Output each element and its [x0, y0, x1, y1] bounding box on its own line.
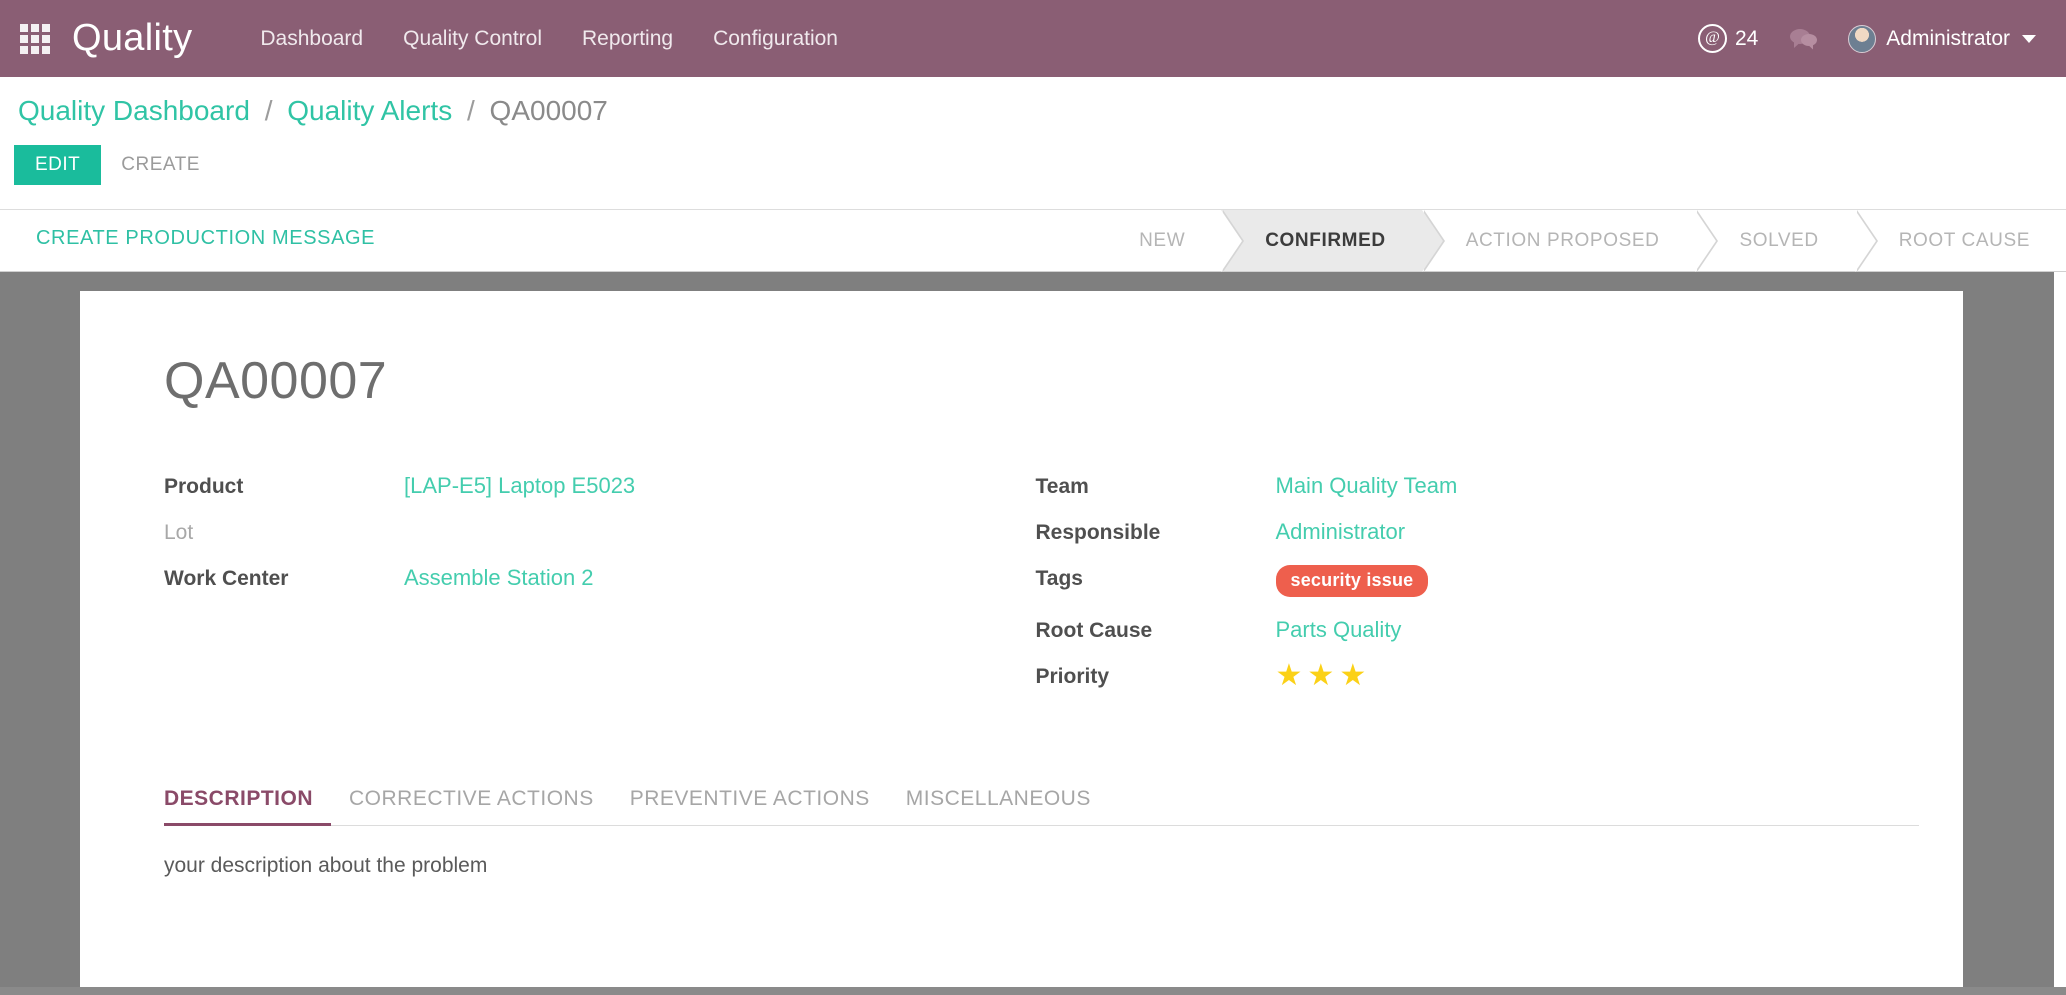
avatar: [1848, 25, 1876, 53]
top-navbar: Quality Dashboard Quality Control Report…: [0, 0, 2066, 77]
notebook-tabs: DESCRIPTION CORRECTIVE ACTIONS PREVENTIV…: [164, 783, 1919, 826]
control-panel-buttons: EDIT CREATE: [14, 145, 220, 185]
create-production-message-button[interactable]: CREATE PRODUCTION MESSAGE: [30, 226, 381, 251]
form-group-right: Team Main Quality Team Responsible Admin…: [1036, 473, 1908, 711]
tab-miscellaneous[interactable]: MISCELLANEOUS: [888, 783, 1109, 826]
odoo-quality-alert-page: Quality Dashboard Quality Control Report…: [0, 0, 2066, 995]
field-label-work-center: Work Center: [164, 565, 404, 591]
field-root-cause: Root Cause Parts Quality: [1036, 617, 1908, 643]
star-icon[interactable]: ★: [1276, 661, 1303, 691]
breadcrumb-item-current: QA00007: [490, 95, 608, 126]
user-name: Administrator: [1886, 27, 2010, 51]
menu-item-dashboard[interactable]: Dashboard: [240, 17, 383, 61]
field-product: Product [LAP-E5] Laptop E5023: [164, 473, 1036, 499]
breadcrumb-separator: /: [265, 95, 273, 126]
apps-grid-icon[interactable]: [20, 24, 54, 54]
status-stages: NEW CONFIRMED ACTION PROPOSED SOLVED ROO…: [1105, 210, 2066, 271]
star-icon[interactable]: ★: [1339, 661, 1366, 691]
description-text: your description about the problem: [164, 854, 1907, 878]
field-label-tags: Tags: [1036, 565, 1276, 591]
notebook: DESCRIPTION CORRECTIVE ACTIONS PREVENTIV…: [136, 783, 1907, 878]
statusbar-row: CREATE PRODUCTION MESSAGE NEW CONFIRMED …: [0, 210, 2066, 272]
field-label-product: Product: [164, 473, 404, 499]
status-badge[interactable]: security issue: [1276, 565, 1429, 597]
bottom-strip: [0, 987, 2066, 995]
menu-item-reporting[interactable]: Reporting: [562, 17, 693, 61]
field-value-root-cause[interactable]: Parts Quality: [1276, 617, 1402, 643]
field-value-team[interactable]: Main Quality Team: [1276, 473, 1458, 499]
user-menu[interactable]: Administrator: [1848, 25, 2036, 53]
chat-bubbles-icon[interactable]: [1788, 27, 1818, 51]
right-rail: [2054, 272, 2066, 995]
breadcrumb-item-quality-alerts[interactable]: Quality Alerts: [287, 95, 452, 126]
app-brand-title[interactable]: Quality: [72, 17, 192, 60]
field-label-root-cause: Root Cause: [1036, 617, 1276, 643]
stage-confirmed[interactable]: CONFIRMED: [1221, 210, 1421, 271]
page-title: QA00007: [164, 351, 1907, 411]
field-tags: Tags security issue: [1036, 565, 1908, 597]
edit-button[interactable]: EDIT: [14, 145, 101, 185]
mentions-counter[interactable]: @ 24: [1698, 24, 1758, 53]
field-team: Team Main Quality Team: [1036, 473, 1908, 499]
menu-item-quality-control[interactable]: Quality Control: [383, 17, 562, 61]
field-label-lot: Lot: [164, 519, 404, 545]
field-lot: Lot: [164, 519, 1036, 545]
priority-stars: ★ ★ ★: [1276, 661, 1367, 691]
tab-description[interactable]: DESCRIPTION: [164, 783, 331, 826]
mentions-count: 24: [1735, 27, 1758, 51]
field-value-product[interactable]: [LAP-E5] Laptop E5023: [404, 473, 635, 499]
tab-corrective-actions[interactable]: CORRECTIVE ACTIONS: [331, 783, 612, 826]
field-responsible: Responsible Administrator: [1036, 519, 1908, 545]
control-panel: Quality Dashboard / Quality Alerts / QA0…: [0, 77, 2066, 210]
breadcrumb-separator: /: [467, 95, 475, 126]
field-label-team: Team: [1036, 473, 1276, 499]
stage-solved[interactable]: SOLVED: [1695, 210, 1854, 271]
breadcrumb: Quality Dashboard / Quality Alerts / QA0…: [18, 95, 608, 127]
field-work-center: Work Center Assemble Station 2: [164, 565, 1036, 591]
menu-item-configuration[interactable]: Configuration: [693, 17, 858, 61]
form-group-left: Product [LAP-E5] Laptop E5023 Lot Work C…: [164, 473, 1036, 711]
navbar-right-tools: @ 24 Administrator: [1698, 24, 2044, 53]
create-button[interactable]: CREATE: [101, 145, 220, 185]
field-label-priority: Priority: [1036, 663, 1276, 689]
star-icon[interactable]: ★: [1307, 661, 1334, 691]
field-value-work-center[interactable]: Assemble Station 2: [404, 565, 594, 591]
breadcrumb-item-quality-dashboard[interactable]: Quality Dashboard: [18, 95, 250, 126]
stage-root-cause[interactable]: ROOT CAUSE: [1855, 210, 2066, 271]
stage-action-proposed[interactable]: ACTION PROPOSED: [1422, 210, 1696, 271]
main-menu: Dashboard Quality Control Reporting Conf…: [240, 17, 858, 61]
field-label-responsible: Responsible: [1036, 519, 1276, 545]
field-value-responsible[interactable]: Administrator: [1276, 519, 1406, 545]
stage-new[interactable]: NEW: [1105, 210, 1221, 271]
field-priority: Priority ★ ★ ★: [1036, 663, 1908, 691]
chevron-down-icon: [2022, 35, 2036, 43]
at-icon: @: [1698, 24, 1727, 53]
form-groups: Product [LAP-E5] Laptop E5023 Lot Work C…: [136, 473, 1907, 711]
sheet-background: QA00007 Product [LAP-E5] Laptop E5023 Lo…: [0, 272, 2066, 995]
tab-preventive-actions[interactable]: PREVENTIVE ACTIONS: [612, 783, 888, 826]
form-sheet: QA00007 Product [LAP-E5] Laptop E5023 Lo…: [80, 291, 1963, 995]
